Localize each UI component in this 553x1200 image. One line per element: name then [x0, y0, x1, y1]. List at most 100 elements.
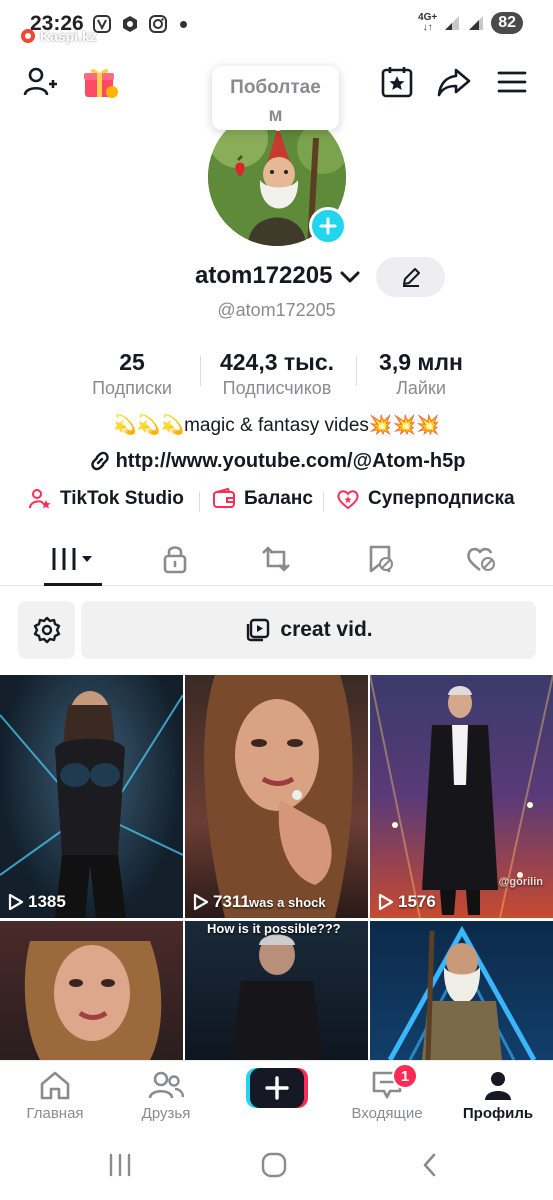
- status-right: 4G+ ↓↑ 82: [418, 12, 523, 34]
- tab-private[interactable]: [140, 532, 210, 586]
- play-outline-icon: [193, 893, 209, 911]
- quick-divider: [323, 492, 324, 512]
- tab-reposts[interactable]: [241, 532, 311, 586]
- kaspi-icon: [21, 29, 35, 43]
- repost-icon: [262, 546, 290, 572]
- network-label: 4G+ ↓↑: [418, 12, 438, 33]
- hamburger-menu-icon: [497, 71, 527, 93]
- creat-video-button[interactable]: creat vid.: [81, 601, 536, 659]
- stat-divider: [200, 356, 201, 386]
- creat-video-label: creat vid.: [280, 618, 373, 641]
- nav-home-label: Главная: [26, 1105, 84, 1122]
- profile-tabs: [0, 532, 553, 586]
- nav-home[interactable]: Главная: [5, 1069, 105, 1122]
- stat-followers-label: Подписчиков: [222, 378, 332, 398]
- tiktok-studio-label: TikTok Studio: [60, 488, 184, 509]
- add-story-button[interactable]: [309, 207, 347, 245]
- bookmark-hidden-icon: [369, 545, 393, 573]
- video-thumbnail[interactable]: [0, 921, 183, 1060]
- back-button[interactable]: [410, 1150, 450, 1180]
- video-caption: How is it possible???: [207, 921, 341, 936]
- tiktok-studio-link[interactable]: TikTok Studio: [28, 487, 184, 511]
- view-count-value: 1576: [398, 892, 436, 911]
- home-icon: [40, 1071, 70, 1100]
- quick-links: TikTok Studio Баланс Суперподписка: [0, 487, 553, 515]
- tab-favorites[interactable]: [345, 532, 415, 586]
- balance-link[interactable]: Баланс: [212, 487, 313, 511]
- signal-icon-1: [445, 16, 460, 30]
- profile-link[interactable]: http://www.youtube.com/@Atom-h5p: [0, 449, 553, 473]
- stacked-video-icon: [247, 618, 270, 642]
- user-handle: @atom172205: [217, 300, 336, 320]
- back-chevron-icon: [423, 1153, 436, 1177]
- video-thumbnail[interactable]: @gorilin 1576: [370, 675, 553, 918]
- chat-tooltip[interactable]: Поболтаем: [212, 66, 339, 130]
- stat-likes[interactable]: 3,9 млн Лайки: [366, 348, 476, 400]
- tab-videos[interactable]: [38, 532, 108, 586]
- video-thumbnail[interactable]: 1385: [0, 675, 183, 918]
- super-subscription-label: Суперподписка: [368, 488, 515, 509]
- play-outline-icon: [8, 893, 24, 911]
- view-count-value: 7311: [213, 892, 250, 911]
- super-subscription-link[interactable]: Суперподписка: [336, 487, 515, 511]
- person-star-icon: [29, 489, 51, 509]
- lock-icon: [163, 546, 187, 574]
- username-row: atom172205: [0, 257, 553, 297]
- stat-following-label: Подписки: [92, 378, 172, 398]
- recents-icon: [109, 1153, 131, 1177]
- play-outline-icon: [378, 893, 394, 911]
- plus-icon: [319, 217, 337, 235]
- system-nav-bar: [0, 1130, 553, 1200]
- view-count: 7311: [193, 892, 250, 912]
- menu-button[interactable]: [490, 60, 534, 104]
- share-arrow-icon: [437, 68, 471, 97]
- more-dot-icon: [180, 20, 187, 28]
- tab-liked[interactable]: [446, 532, 516, 586]
- add-person-icon: [23, 67, 57, 96]
- create-post-button[interactable]: [246, 1068, 308, 1108]
- vpn-icon: [123, 16, 137, 32]
- calendar-star-icon: [381, 67, 413, 98]
- heart-star-icon: [337, 490, 359, 510]
- battery-indicator: 82: [491, 12, 523, 34]
- nav-inbox[interactable]: Входящие: [337, 1069, 437, 1122]
- home-system-button[interactable]: [254, 1150, 294, 1180]
- view-count: 1385: [8, 892, 66, 912]
- wizard-thumbnail-image: [387, 925, 537, 1060]
- video-thumbnail[interactable]: How is it possible???: [185, 921, 368, 1060]
- video-thumbnail[interactable]: [370, 921, 553, 1060]
- dancer-thumbnail-image: [0, 691, 183, 918]
- create-plus-icon: [246, 1068, 308, 1108]
- nav-friends-label: Друзья: [141, 1105, 191, 1122]
- old-woman-stage-thumbnail-image: [231, 934, 323, 1060]
- video-grid: 1385 was a shock 7311 @gorilin 1576 How …: [0, 675, 553, 1060]
- instagram-icon: [149, 15, 167, 33]
- video-settings-button[interactable]: [18, 601, 75, 659]
- nav-inbox-label: Входящие: [351, 1105, 423, 1122]
- inbox-badge: 1: [392, 1063, 418, 1089]
- gift-button[interactable]: [78, 60, 122, 104]
- chevron-down-icon[interactable]: [340, 270, 360, 284]
- stat-followers[interactable]: 424,3 тыс. Подписчиков: [206, 348, 348, 400]
- calendar-favorites-button[interactable]: [375, 60, 419, 104]
- quick-divider: [199, 492, 200, 512]
- profile-link-text[interactable]: http://www.youtube.com/@Atom-h5p: [116, 450, 466, 473]
- add-friend-button[interactable]: [18, 60, 62, 104]
- view-count: 1576: [378, 892, 436, 912]
- video-watermark: @gorilin: [498, 876, 543, 888]
- stat-likes-label: Лайки: [396, 378, 446, 398]
- stat-following-value: 25: [119, 349, 145, 375]
- share-profile-button[interactable]: [432, 60, 476, 104]
- gift-icon: [84, 68, 118, 98]
- video-caption: was a shock: [249, 895, 326, 910]
- kaspi-label: Kaspi.kz: [40, 28, 97, 44]
- username[interactable]: atom172205: [195, 262, 332, 290]
- kaspi-overlay: Kaspi.kz: [20, 28, 97, 44]
- profile-person-icon: [485, 1072, 511, 1100]
- edit-profile-button[interactable]: [376, 257, 445, 297]
- stat-following[interactable]: 25 Подписки: [82, 348, 182, 400]
- nav-profile[interactable]: Профиль: [448, 1069, 548, 1122]
- nav-friends[interactable]: Друзья: [116, 1069, 216, 1122]
- video-thumbnail[interactable]: was a shock 7311: [185, 675, 368, 918]
- recent-apps-button[interactable]: [100, 1150, 140, 1180]
